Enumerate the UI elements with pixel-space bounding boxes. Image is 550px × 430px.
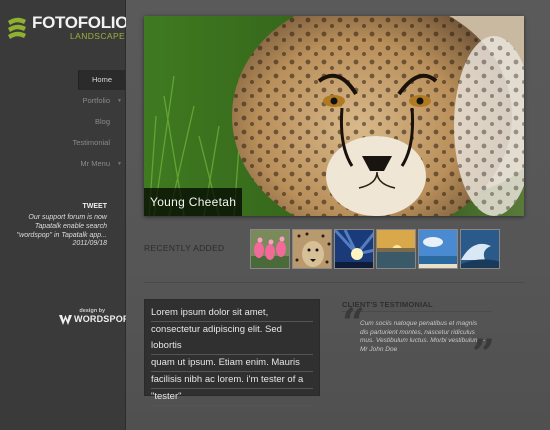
thumbnail-sunburst[interactable]	[334, 229, 374, 269]
thumbnail-image	[335, 230, 373, 268]
thumbnail-image	[377, 230, 415, 268]
chevron-down-icon: ▼	[117, 98, 122, 104]
tweet-heading: TWEET	[82, 203, 108, 210]
thumbnail-cheetah[interactable]	[292, 229, 332, 269]
logo-mark-icon	[8, 17, 26, 39]
thumbnail-flamingos[interactable]	[250, 229, 290, 269]
thumbnail-wave[interactable]	[460, 229, 500, 269]
thumbnail-image	[293, 230, 331, 268]
close-quote-icon: ”	[472, 331, 496, 378]
nav-item-label: Mr Menu	[80, 159, 110, 168]
nav-item-blog[interactable]: Blog	[0, 112, 126, 132]
sidebar: FOTOFOLIO LANDSCAPE Home Portfolio ▼ Blo…	[0, 0, 129, 430]
tweet-text[interactable]: Our support forum is now Tapatalk enable…	[7, 213, 107, 240]
intro-line: Lorem ipsum dolor sit amet,	[151, 305, 313, 322]
thumbnail-image	[419, 230, 457, 268]
recently-added-heading: RECENTLY ADDED	[144, 243, 225, 253]
nav-item-portfolio[interactable]: Portfolio ▼	[0, 91, 126, 111]
nav-item-label: Home	[91, 75, 112, 84]
intro-box: Lorem ipsum dolor sit amet, consectetur …	[144, 299, 320, 406]
hero-caption: Young Cheetah	[144, 188, 243, 216]
intro-line: quam ut ipsum. Etiam enim. Mauris	[151, 355, 313, 372]
hero-image	[144, 16, 524, 216]
section-divider	[144, 282, 524, 283]
thumbnail-image	[251, 230, 289, 268]
intro-line: facilisis nibh ac lorem. i'm tester of a	[151, 372, 313, 389]
logo-subtitle: LANDSCAPE	[70, 31, 126, 41]
leaf-icon	[59, 315, 72, 325]
logo-title: FOTOFOLIO	[32, 13, 129, 32]
wordspop-brand: WORDSPOP	[74, 314, 130, 324]
nav-item-label: Portfolio	[82, 96, 110, 105]
thumbnail-sunset-sea[interactable]	[376, 229, 416, 269]
main-nav: Home Portfolio ▼ Blog Testimonial Mr Men…	[0, 70, 126, 175]
intro-line: "tester"	[151, 389, 313, 406]
nav-item-label: Blog	[94, 117, 110, 126]
nav-item-mr-menu[interactable]: Mr Menu ▼	[0, 154, 126, 174]
thumbnail-image	[461, 230, 499, 268]
nav-item-testimonial[interactable]: Testimonial	[0, 133, 126, 153]
nav-item-home[interactable]: Home	[78, 70, 126, 90]
intro-line: consectetur adipiscing elit. Sed loborti…	[151, 322, 313, 355]
nav-item-label: Testimonial	[72, 138, 110, 147]
chevron-down-icon: ▼	[117, 161, 122, 167]
tweet-date: 2011/09/18	[72, 240, 107, 247]
main-content: Young Cheetah RECENTLY ADDED Lorem ipsum…	[126, 0, 550, 430]
wordspop-logo[interactable]: WORDSPOP	[58, 313, 129, 327]
thumbnail-beach[interactable]	[418, 229, 458, 269]
hero-slider[interactable]: Young Cheetah	[144, 16, 524, 216]
site-logo[interactable]: FOTOFOLIO LANDSCAPE	[6, 13, 128, 43]
testimonial-text: Cum sociis natoque penatibus et magnis d…	[360, 320, 486, 353]
